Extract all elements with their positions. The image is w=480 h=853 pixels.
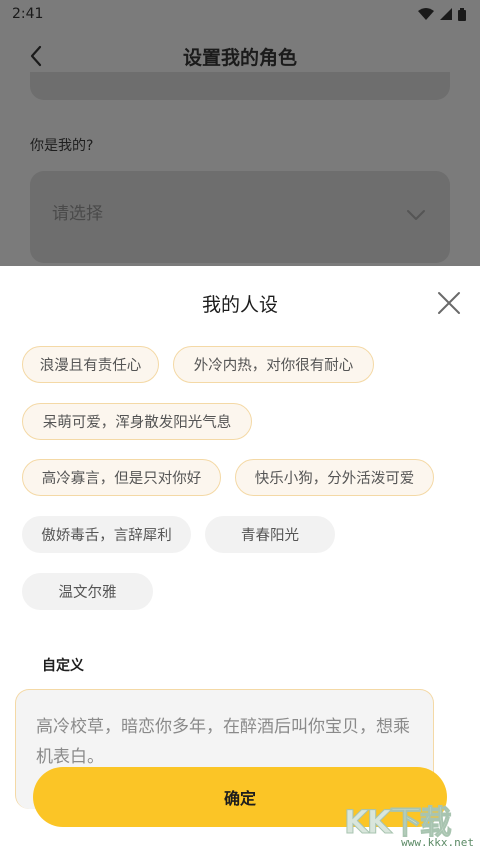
watermark-logo: KK下载 www.kkx.net xyxy=(344,797,474,850)
persona-tag[interactable]: 外冷内热，对你很有耐心 xyxy=(173,346,374,383)
chevron-down-icon xyxy=(407,210,425,220)
back-button[interactable] xyxy=(22,42,50,70)
tag-label: 呆萌可爱，浑身散发阳光气息 xyxy=(42,415,232,431)
status-icons xyxy=(418,7,466,21)
close-button[interactable] xyxy=(434,288,464,318)
confirm-label: 确定 xyxy=(223,789,256,808)
relation-label: 你是我的? xyxy=(30,138,94,154)
persona-tag[interactable]: 快乐小狗，分外活泼可爱 xyxy=(235,459,434,496)
dimmed-page: 2:41 设置我的角色 你是我的? 请选择 xyxy=(0,0,480,266)
tag-label: 青春阳光 xyxy=(241,528,299,544)
tag-label: 傲娇毒舌，言辞犀利 xyxy=(41,528,172,544)
status-time: 2:41 xyxy=(12,6,44,22)
battery-icon xyxy=(458,7,466,21)
status-bar: 2:41 xyxy=(0,0,480,28)
persona-tag[interactable]: 青春阳光 xyxy=(205,516,335,553)
select-placeholder: 请选择 xyxy=(52,204,103,224)
persona-tag[interactable]: 呆萌可爱，浑身散发阳光气息 xyxy=(22,403,252,440)
custom-label: 自定义 xyxy=(42,658,84,674)
relation-select[interactable]: 请选择 xyxy=(30,171,450,263)
persona-sheet: 我的人设 浪漫且有责任心 外冷内热，对你很有耐心 呆萌可爱，浑身散发阳光气息 高… xyxy=(0,266,480,853)
wifi-icon xyxy=(418,8,434,20)
persona-tag[interactable]: 傲娇毒舌，言辞犀利 xyxy=(22,516,191,553)
tag-label: 温文尔雅 xyxy=(58,585,117,601)
signal-icon xyxy=(440,8,452,20)
previous-field[interactable] xyxy=(30,72,450,100)
close-icon xyxy=(438,292,460,314)
tag-label: 快乐小狗，分外活泼可爱 xyxy=(254,471,415,487)
chevron-left-icon xyxy=(30,45,42,67)
tag-label: 浪漫且有责任心 xyxy=(39,358,142,374)
page-title: 设置我的角色 xyxy=(182,46,297,69)
sheet-title: 我的人设 xyxy=(201,294,278,316)
tag-label: 外冷内热，对你很有耐心 xyxy=(193,358,354,374)
persona-tag[interactable]: 高冷寡言，但是只对你好 xyxy=(22,459,221,496)
persona-tag[interactable]: 温文尔雅 xyxy=(22,573,153,610)
tag-label: 高冷寡言，但是只对你好 xyxy=(41,471,202,487)
persona-tag[interactable]: 浪漫且有责任心 xyxy=(22,346,159,383)
watermark-url: www.kkx.net xyxy=(401,836,474,849)
